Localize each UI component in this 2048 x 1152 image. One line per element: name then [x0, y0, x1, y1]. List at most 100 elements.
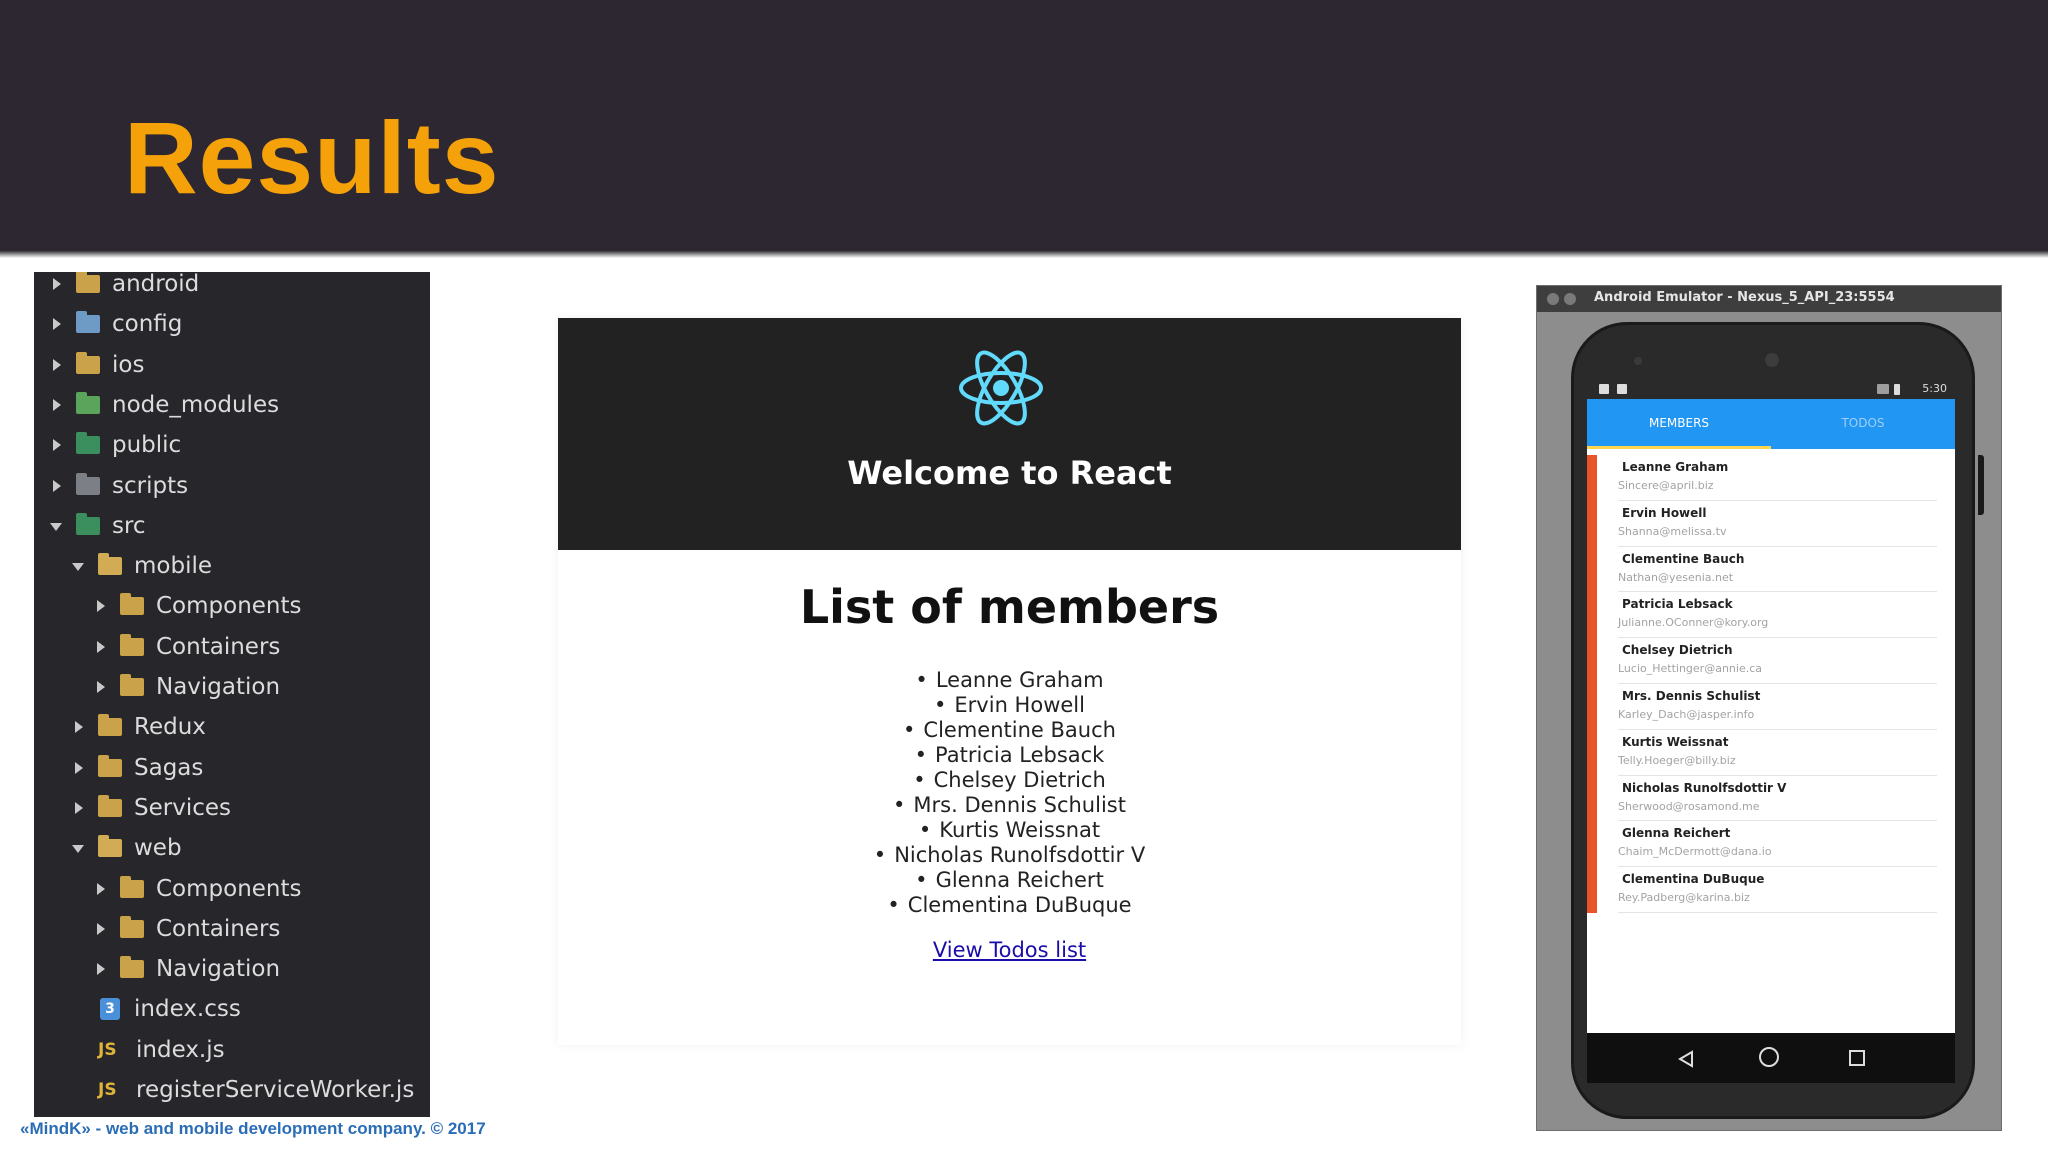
member-email: Sincere@april.biz — [1618, 479, 1714, 492]
chevron-down-icon[interactable] — [70, 839, 88, 857]
close-window-icon[interactable] — [1547, 293, 1559, 305]
member-list-item: Kurtis Weissnat — [558, 818, 1461, 843]
member-row[interactable]: Kurtis Weissnat Telly.Hoeger@billy.biz — [1587, 729, 1955, 776]
slide-title: Results — [124, 101, 500, 215]
tree-item[interactable]: Components — [92, 869, 302, 909]
welcome-heading: Welcome to React — [847, 454, 1172, 492]
app-header: Welcome to React — [558, 318, 1461, 550]
footer-credit: «MindK» - web and mobile development com… — [20, 1119, 486, 1138]
member-row[interactable]: Ervin Howell Shanna@melissa.tv — [1587, 500, 1955, 547]
tree-item[interactable]: Navigation — [92, 949, 280, 989]
member-row[interactable]: Leanne Graham Sincere@april.biz — [1587, 455, 1955, 501]
chevron-right-icon[interactable] — [92, 597, 110, 615]
tree-item[interactable]: node_modules — [48, 385, 279, 425]
tab-todos[interactable]: TODOS — [1771, 399, 1955, 449]
recent-apps-icon[interactable] — [1849, 1050, 1865, 1066]
tree-item[interactable]: Navigation — [92, 667, 280, 707]
back-icon[interactable] — [1677, 1050, 1695, 1068]
member-name: Glenna Reichert — [1622, 826, 1731, 841]
tab-members[interactable]: MEMBERS — [1587, 399, 1771, 449]
chevron-right-icon[interactable] — [48, 356, 66, 374]
phone-camera — [1765, 353, 1779, 367]
tree-item-label: Components — [156, 875, 302, 902]
tree-item-label: Navigation — [156, 956, 281, 983]
tree-item[interactable]: JS registerServiceWorker.js — [70, 1070, 414, 1110]
member-row[interactable]: Patricia Lebsack Julianne.OConner@kory.or… — [1587, 592, 1955, 639]
react-logo-icon — [959, 350, 1043, 426]
member-email: Rey.Padberg@karina.biz — [1618, 891, 1750, 905]
tree-item[interactable]: scripts — [48, 466, 188, 506]
folder-icon — [120, 674, 144, 696]
folder-icon — [76, 351, 100, 374]
tree-item[interactable]: ios — [48, 345, 144, 385]
member-name: Patricia Lebsack — [1622, 597, 1733, 612]
tree-item[interactable]: 3 index.css — [70, 989, 241, 1029]
tree-item[interactable]: config — [48, 304, 182, 344]
chevron-right-icon[interactable] — [48, 275, 66, 293]
tree-item[interactable]: Containers — [92, 909, 280, 949]
chevron-right-icon[interactable] — [70, 718, 88, 736]
chevron-down-icon[interactable] — [48, 517, 66, 535]
tree-item[interactable]: android — [48, 272, 199, 304]
src-folder-icon — [76, 512, 100, 535]
member-row[interactable]: Nicholas Runolfsdottir V Sherwood@rosamon… — [1587, 775, 1955, 822]
chevron-right-icon[interactable] — [92, 678, 110, 696]
tree-item[interactable]: Containers — [92, 627, 280, 667]
folder-icon — [120, 956, 144, 979]
folder-icon — [98, 754, 122, 777]
tree-item[interactable]: Sagas — [70, 748, 203, 788]
file-tree: android config ios node_modules public script… — [34, 272, 430, 1117]
member-row[interactable]: Clementina DuBuque Rey.Padberg@karina.biz — [1587, 867, 1955, 913]
android-nav-bar — [1587, 1033, 1955, 1083]
emulator-titlebar: Android Emulator - Nexus_5_API_23:5554 — [1537, 286, 2001, 312]
android-emulator-window: Android Emulator - Nexus_5_API_23:5554 5… — [1536, 285, 2002, 1131]
chevron-right-icon[interactable] — [48, 315, 66, 333]
tree-item[interactable]: Components — [92, 586, 302, 626]
view-todos-link[interactable]: View Todos list — [558, 938, 1461, 962]
chevron-right-icon[interactable] — [48, 396, 66, 414]
member-name: Nicholas Runolfsdottir V — [1622, 780, 1787, 795]
status-time: 5:30 — [1922, 382, 1947, 395]
member-row[interactable]: Chelsey Dietrich Lucio_Hettinger@annie.ca — [1587, 638, 1955, 684]
chevron-right-icon[interactable] — [70, 799, 88, 817]
member-row[interactable]: Glenna Reichert Chaim_McDermott@dana.io — [1587, 821, 1955, 868]
tree-item[interactable]: src — [48, 506, 146, 546]
chevron-right-icon[interactable] — [92, 920, 110, 938]
node-modules-folder-icon — [76, 391, 100, 414]
tree-item[interactable]: public — [48, 425, 181, 465]
chevron-down-icon[interactable] — [70, 557, 88, 575]
home-icon[interactable] — [1759, 1047, 1779, 1067]
chevron-right-icon[interactable] — [70, 759, 88, 777]
phone-side-button[interactable] — [1978, 455, 1984, 515]
tree-item[interactable]: web — [70, 828, 182, 868]
chevron-right-icon[interactable] — [48, 477, 66, 495]
row-accent-bar — [1587, 638, 1597, 684]
open-folder-icon — [98, 835, 122, 858]
tree-item[interactable]: mobile — [70, 546, 212, 586]
member-name: Clementine Bauch — [1622, 551, 1745, 566]
folder-icon — [98, 794, 122, 817]
chevron-right-icon[interactable] — [48, 436, 66, 454]
member-name: Ervin Howell — [1622, 505, 1707, 520]
folder-icon — [120, 593, 144, 616]
tree-item[interactable]: JS index.js — [70, 1030, 225, 1070]
tree-item[interactable]: Services — [70, 788, 231, 828]
chevron-right-icon[interactable] — [92, 638, 110, 656]
folder-icon — [120, 915, 144, 938]
member-name: Leanne Graham — [1622, 460, 1729, 474]
member-list: Leanne Graham Sincere@april.biz Ervin Howe… — [1587, 455, 1955, 913]
member-list-item: Nicholas Runolfsdottir V — [558, 843, 1461, 868]
tree-item-label: scripts — [112, 472, 189, 499]
open-folder-icon — [98, 553, 122, 576]
member-list-item: Glenna Reichert — [558, 868, 1461, 893]
tree-item-label: Sagas — [134, 754, 204, 781]
row-accent-bar — [1587, 867, 1597, 913]
member-name: Chelsey Dietrich — [1622, 643, 1733, 658]
member-row[interactable]: Clementine Bauch Nathan@yesenia.net — [1587, 546, 1955, 593]
member-row[interactable]: Mrs. Dennis Schulist Karley_Dach@jasper.i… — [1587, 683, 1955, 730]
chevron-right-icon[interactable] — [92, 960, 110, 978]
chevron-right-icon[interactable] — [92, 880, 110, 898]
tree-item[interactable]: Redux — [70, 707, 206, 747]
minimize-window-icon[interactable] — [1564, 293, 1576, 305]
row-accent-bar — [1587, 775, 1597, 822]
